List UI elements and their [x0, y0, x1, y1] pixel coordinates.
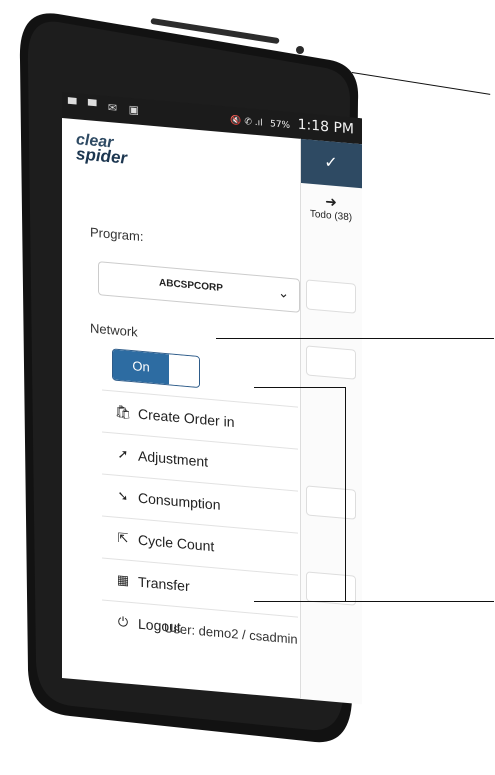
- clock: 1:18 PM: [297, 116, 354, 138]
- program-select[interactable]: ABCSPCORP ⌄: [98, 261, 300, 313]
- side-menu: clear spider Program: ABCSPCORP ⌄ Networ…: [62, 118, 301, 699]
- program-label: Program:: [90, 224, 144, 245]
- background-page: ✓ ➜ Todo (38): [300, 138, 362, 705]
- callout-line-network: [216, 338, 494, 339]
- menu-item-label: Adjustment: [138, 447, 209, 470]
- menu-item-label: Cycle Count: [138, 531, 215, 555]
- arrow-up-right-icon: ➚: [117, 445, 129, 462]
- toggle-knob: [169, 354, 199, 387]
- callout-line-menu: [345, 387, 346, 601]
- menu-item-label: Consumption: [138, 489, 221, 513]
- chevron-down-icon: ⌄: [278, 284, 289, 301]
- clearspider-logo: clear spider: [76, 131, 128, 168]
- network-toggle[interactable]: On: [112, 348, 200, 389]
- background-field: [306, 279, 356, 314]
- todo-tab[interactable]: ➜ Todo (38): [300, 191, 362, 224]
- phone-screen: ▀ ▀ ✉ ▣ 🔇 ✆ .ıl 57% 1:18 PM ✓ ➜ Todo (38…: [62, 92, 362, 708]
- background-field: [306, 485, 356, 520]
- callout-line-menu: [254, 387, 346, 388]
- menu-item-label: Transfer: [138, 573, 190, 595]
- arrow-down-right-icon: ➘: [117, 487, 129, 504]
- power-icon: ⏻: [117, 613, 129, 630]
- grid-icon: ▦: [116, 571, 130, 588]
- network-toggle-on-label: On: [113, 349, 169, 385]
- todo-label: Todo (38): [309, 208, 353, 224]
- program-selected-value: ABCSPCORP: [159, 277, 223, 295]
- battery-level: 57%: [270, 119, 291, 131]
- background-field: [306, 345, 356, 380]
- share-box-icon: ⇱: [117, 529, 129, 546]
- menu-item-label: Create Order in: [138, 405, 235, 431]
- callout-line-menu: [254, 601, 494, 602]
- system-status-icons: 🔇 ✆ .ıl: [230, 115, 263, 129]
- notification-icons: ▀ ▀ ✉ ▣: [68, 97, 144, 118]
- check-icon[interactable]: ✓: [300, 138, 362, 189]
- network-label: Network: [90, 320, 138, 340]
- shopping-bag-icon: 🛍: [114, 403, 132, 421]
